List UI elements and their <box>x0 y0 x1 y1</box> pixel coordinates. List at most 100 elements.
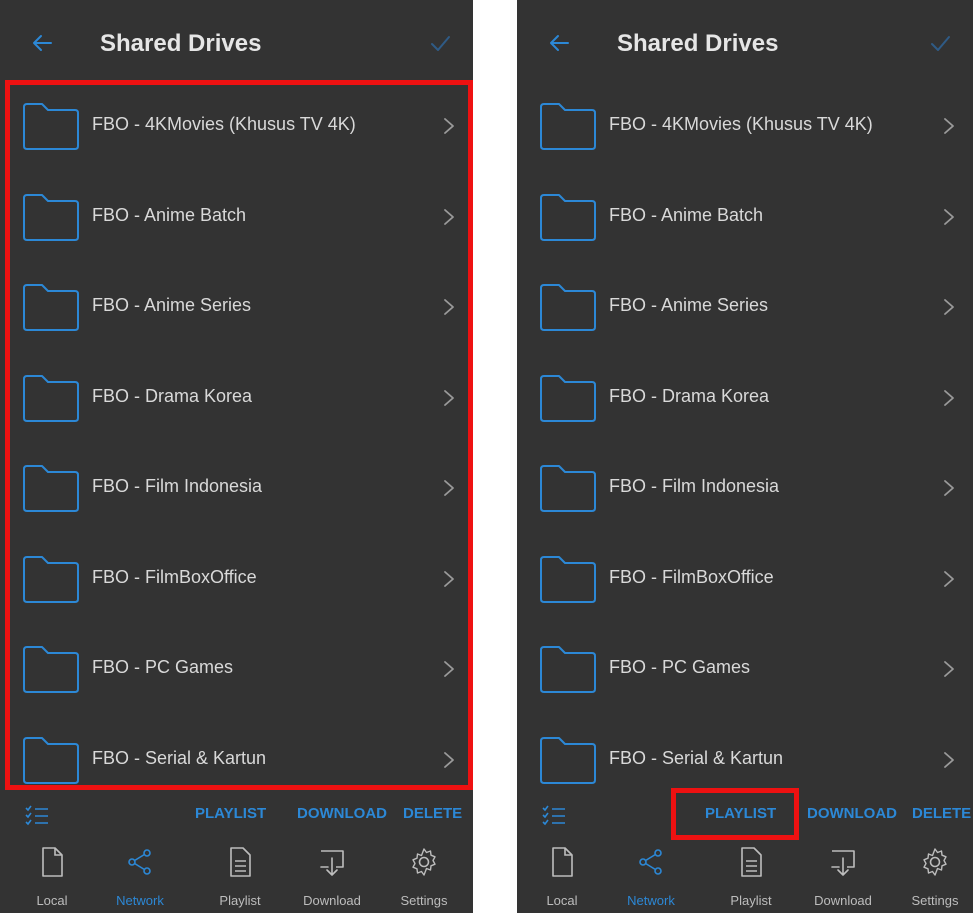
nav-label: Network <box>116 893 164 908</box>
folder-icon-wrap <box>22 373 80 423</box>
app-header: Shared Drives <box>0 0 473 88</box>
back-button[interactable] <box>30 31 54 55</box>
document-icon <box>741 847 762 877</box>
folder-item[interactable]: FBO - 4KMovies (Khusus TV 4K) <box>0 82 473 172</box>
chevron-right-icon <box>944 118 954 134</box>
folder-icon-wrap <box>22 644 80 694</box>
folder-item[interactable]: FBO - Drama Korea <box>517 354 973 444</box>
folder-item[interactable]: FBO - Film Indonesia <box>0 444 473 534</box>
delete-button[interactable]: DELETE <box>912 805 971 822</box>
folder-label: FBO - Film Indonesia <box>92 476 263 496</box>
folder-icon <box>23 374 79 422</box>
folder-icon-wrap <box>539 282 597 332</box>
share-icon <box>128 849 151 875</box>
nav-icon-wrap <box>125 846 155 878</box>
bottom-navigation: Local Network Playlist Download Settings <box>517 838 973 913</box>
folder-item[interactable]: FBO - Anime Series <box>517 263 973 353</box>
chevron-right-icon <box>944 570 954 587</box>
chevron-wrap <box>943 751 955 769</box>
nav-label: Playlist <box>730 893 772 908</box>
select-all-button[interactable] <box>541 804 567 828</box>
chevron-right-icon <box>944 661 954 677</box>
gear-icon <box>412 848 436 876</box>
check-icon <box>931 36 950 51</box>
nav-icon-wrap <box>547 846 577 878</box>
folder-icon <box>23 465 79 512</box>
folder-icon <box>540 555 596 603</box>
file-icon <box>42 847 63 877</box>
chevron-wrap <box>443 298 455 316</box>
bottom-navigation: Local Network Playlist Download Settings <box>0 838 473 913</box>
folder-icon-wrap <box>22 101 80 151</box>
back-button[interactable] <box>547 31 571 55</box>
folder-item[interactable]: FBO - FilmBoxOffice <box>0 535 473 625</box>
phone-screen-right: Shared Drives FBO - 4KMovies (Khusus TV 4… <box>517 0 973 913</box>
page-title: Shared Drives <box>617 30 779 57</box>
nav-label: Network <box>627 893 675 908</box>
download-button[interactable]: DOWNLOAD <box>297 805 387 822</box>
nav-settings[interactable]: Settings <box>379 838 469 913</box>
select-all-button[interactable] <box>24 804 50 828</box>
document-icon <box>230 847 251 877</box>
folder-item[interactable]: FBO - FilmBoxOffice <box>517 535 973 625</box>
playlist-button[interactable]: PLAYLIST <box>195 805 266 822</box>
folder-icon <box>540 374 596 422</box>
file-icon <box>552 847 573 877</box>
chevron-wrap <box>443 570 455 588</box>
folder-label: FBO - 4KMovies (Khusus TV 4K) <box>609 114 873 134</box>
folder-item[interactable]: FBO - Anime Series <box>0 263 473 353</box>
nav-network[interactable]: Network <box>606 838 696 913</box>
chevron-wrap <box>443 479 455 497</box>
folder-label: FBO - FilmBoxOffice <box>609 566 774 587</box>
folder-icon <box>23 555 79 603</box>
folder-item[interactable]: FBO - Anime Batch <box>0 173 473 263</box>
share-icon <box>639 849 662 875</box>
chevron-wrap <box>943 479 955 497</box>
chevron-wrap <box>443 117 455 135</box>
chevron-right-icon <box>444 751 454 768</box>
chevron-wrap <box>443 389 455 407</box>
nav-icon-wrap <box>37 846 67 878</box>
folder-label: FBO - PC Games <box>92 657 234 677</box>
selection-action-bar: PLAYLIST DOWNLOAD DELETE <box>0 792 473 838</box>
folder-icon <box>540 103 596 150</box>
nav-icon-wrap <box>225 846 255 878</box>
chevron-wrap <box>943 208 955 226</box>
nav-icon-wrap <box>736 846 766 878</box>
folder-label: FBO - Drama Korea <box>609 385 770 406</box>
chevron-wrap <box>943 660 955 678</box>
folder-icon-wrap <box>539 373 597 423</box>
folder-item[interactable]: FBO - Film Indonesia <box>517 444 973 534</box>
nav-local[interactable]: Local <box>7 838 97 913</box>
folder-item[interactable]: FBO - 4KMovies (Khusus TV 4K) <box>517 82 973 172</box>
nav-network[interactable]: Network <box>95 838 185 913</box>
chevron-wrap <box>943 389 955 407</box>
chevron-right-icon <box>444 208 454 225</box>
nav-settings[interactable]: Settings <box>890 838 973 913</box>
phone-screen-left: Shared Drives FBO - 4KMovies (Khusus TV 4… <box>0 0 473 913</box>
playlist-button[interactable]: PLAYLIST <box>705 805 776 822</box>
chevron-right-icon <box>444 570 454 587</box>
nav-download[interactable]: Download <box>798 838 888 913</box>
download-button[interactable]: DOWNLOAD <box>807 805 897 822</box>
nav-playlist[interactable]: Playlist <box>195 838 285 913</box>
nav-playlist[interactable]: Playlist <box>706 838 796 913</box>
folder-icon-wrap <box>22 192 80 242</box>
folder-icon-wrap <box>22 282 80 332</box>
delete-button[interactable]: DELETE <box>403 805 462 822</box>
folder-label: FBO - Anime Series <box>92 295 252 315</box>
chevron-right-icon <box>944 480 954 496</box>
confirm-button[interactable] <box>429 32 451 54</box>
nav-download[interactable]: Download <box>287 838 377 913</box>
folder-item[interactable]: FBO - Anime Batch <box>517 173 973 263</box>
folder-icon-wrap <box>22 735 80 785</box>
folder-icon-wrap <box>539 101 597 151</box>
folder-icon-wrap <box>539 192 597 242</box>
nav-local[interactable]: Local <box>517 838 607 913</box>
chevron-wrap <box>443 751 455 769</box>
folder-item[interactable]: FBO - PC Games <box>0 625 473 715</box>
confirm-button[interactable] <box>929 32 951 54</box>
folder-item[interactable]: FBO - Drama Korea <box>0 354 473 444</box>
folder-item[interactable]: FBO - PC Games <box>517 625 973 715</box>
chevron-wrap <box>943 298 955 316</box>
